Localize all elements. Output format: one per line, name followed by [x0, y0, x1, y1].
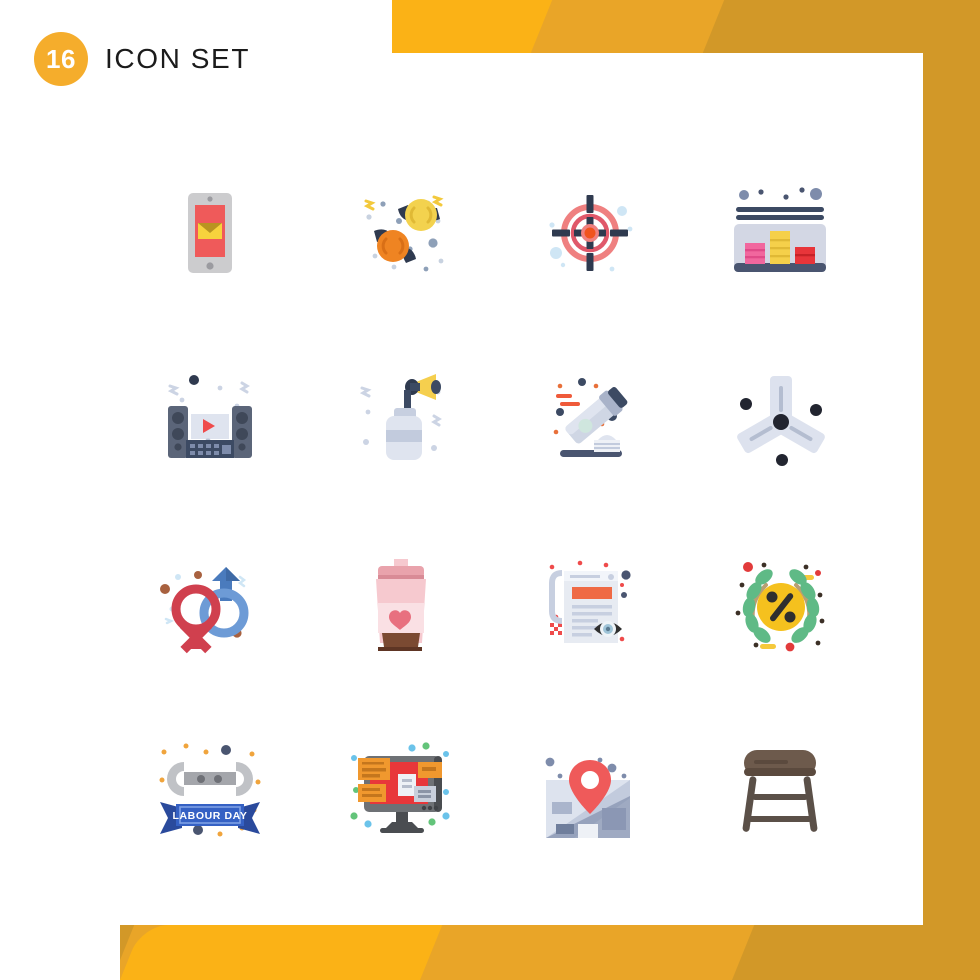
content-card-bottom-notch [0, 870, 120, 980]
map-location-icon [545, 757, 630, 838]
poster-canvas: 16 ICON SET LABOUR DAY [0, 0, 980, 980]
stool-icon [742, 749, 818, 832]
icon-cell-gender-symbols[interactable] [115, 510, 305, 695]
bottom-banner-light-stripe [118, 925, 443, 980]
monitor-notes-icon [350, 741, 450, 833]
icon-grid: LABOUR DAY [115, 140, 875, 880]
y-connector-icon [737, 375, 825, 466]
icon-cell-gas-torch[interactable] [305, 325, 495, 510]
news-view-icon [549, 560, 631, 643]
icon-cell-coffee-cup-heart[interactable] [305, 510, 495, 695]
candy-icon [363, 195, 444, 271]
icon-cell-map-location[interactable] [495, 695, 685, 880]
poster-header: 16 ICON SET [34, 32, 250, 86]
gas-torch-icon [359, 373, 442, 460]
icon-cell-dashboard-chart[interactable] [685, 140, 875, 325]
discount-wreath-icon [735, 561, 825, 651]
toothpaste-icon [553, 377, 628, 457]
icon-cell-candy[interactable] [305, 140, 495, 325]
icon-cell-mobile-email[interactable] [115, 140, 305, 325]
labour-day-banner-text: LABOUR DAY [172, 810, 247, 822]
mobile-email-icon [188, 192, 232, 273]
icon-cell-news-view[interactable] [495, 510, 685, 695]
home-theater-icon [167, 374, 252, 458]
dashboard-chart-icon [734, 186, 826, 272]
labour-day-wrench-icon: LABOUR DAY [159, 743, 261, 836]
icon-cell-labour-day-wrench[interactable]: LABOUR DAY [115, 695, 305, 880]
coffee-cup-heart-icon [376, 558, 426, 651]
page-title: ICON SET [105, 43, 251, 74]
icon-cell-target[interactable] [495, 140, 685, 325]
icon-cell-home-theater[interactable] [115, 325, 305, 510]
icon-cell-discount-wreath[interactable] [685, 510, 875, 695]
icon-count-badge: 16 [34, 32, 88, 86]
icon-cell-y-connector[interactable] [685, 325, 875, 510]
top-banner-light-stripe [370, 0, 553, 53]
gender-symbols-icon [160, 566, 249, 653]
target-icon [549, 194, 633, 271]
icon-cell-toothpaste[interactable] [495, 325, 685, 510]
icon-cell-stool[interactable] [685, 695, 875, 880]
right-banner-column [923, 0, 980, 933]
icon-cell-monitor-notes[interactable] [305, 695, 495, 880]
